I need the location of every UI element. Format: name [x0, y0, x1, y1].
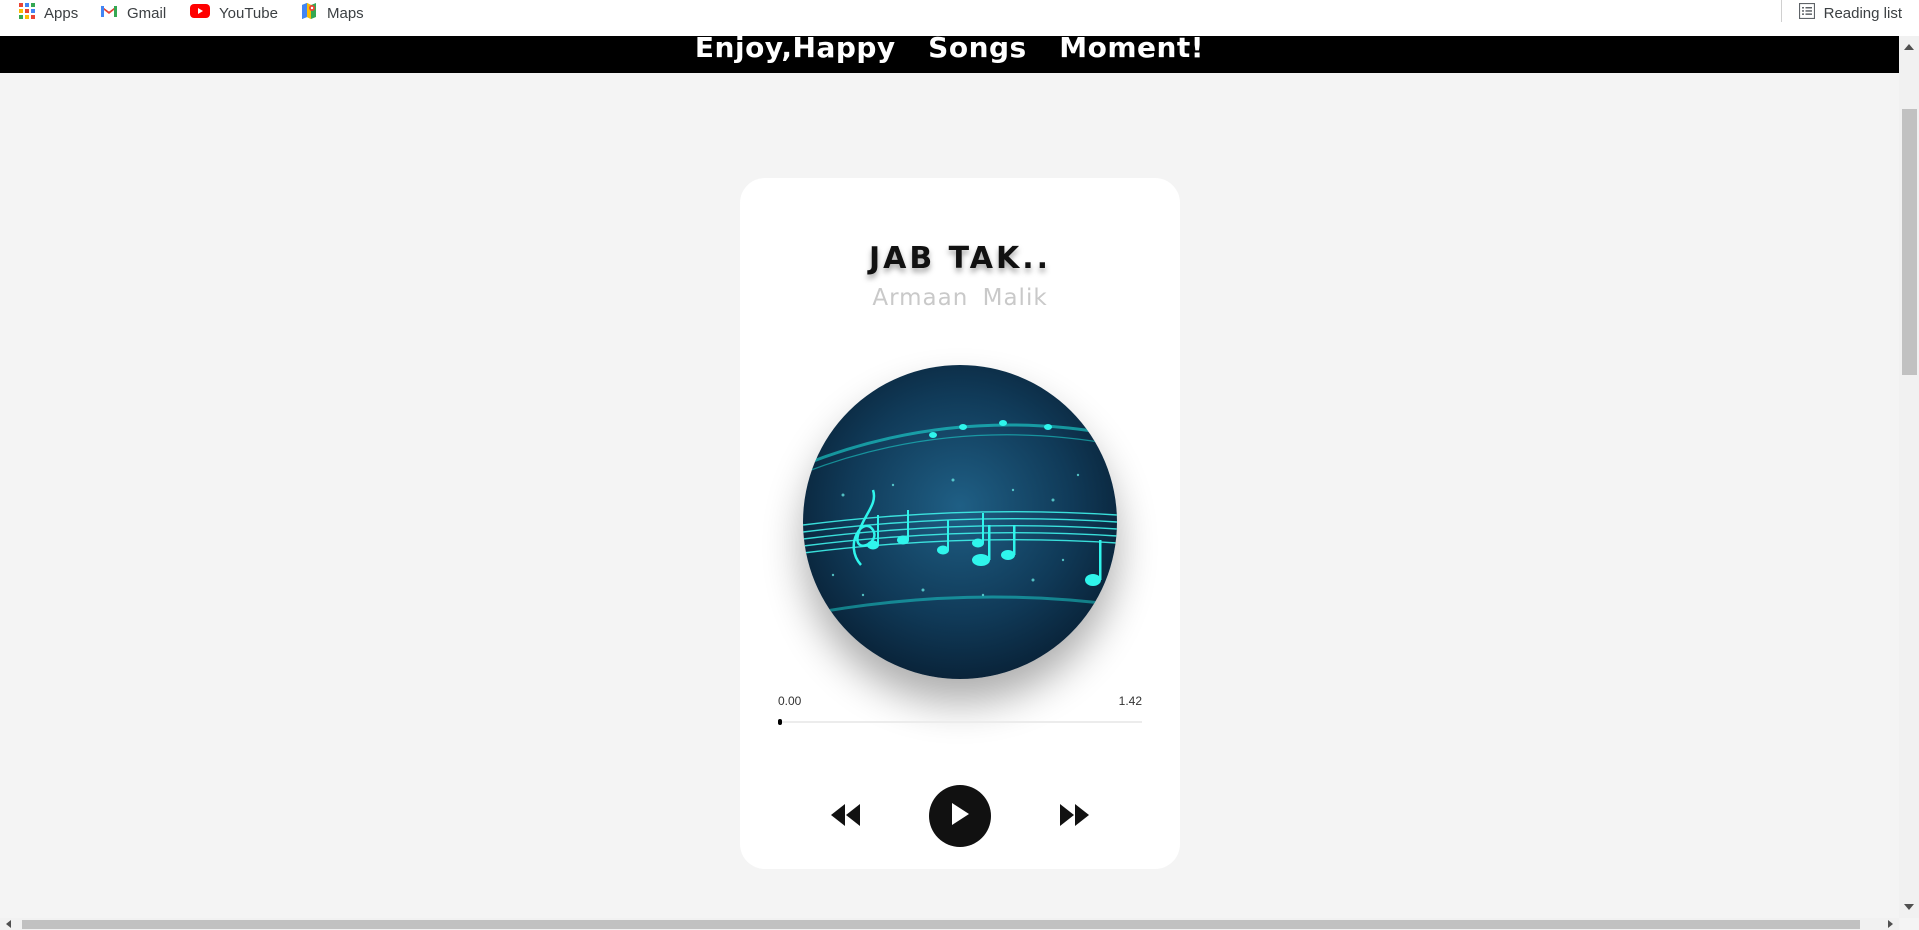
bookmark-youtube[interactable]: YouTube [190, 0, 278, 26]
current-time: 0.00 [778, 694, 802, 708]
bookmark-label: Maps [327, 4, 364, 22]
bookmark-label: Gmail [127, 4, 167, 22]
artist-name: Armaan Malik [872, 285, 1048, 311]
horizontal-scrollbar-thumb[interactable] [22, 920, 1860, 929]
play-icon [950, 802, 970, 830]
play-button[interactable] [929, 785, 991, 847]
gmail-icon [100, 4, 118, 22]
scroll-right-arrow-icon[interactable] [1888, 920, 1893, 928]
page-title: Enjoy,Happy Songs Moment! [694, 31, 1205, 64]
scroll-up-arrow-icon[interactable] [1904, 44, 1914, 50]
bookmarks-divider [1781, 0, 1782, 22]
music-notes-artwork-image [803, 365, 1117, 679]
duration-time: 1.42 [1118, 694, 1142, 708]
horizontal-scrollbar[interactable] [0, 918, 1899, 930]
next-button[interactable] [1058, 801, 1090, 833]
bookmark-apps[interactable]: Apps [19, 0, 78, 26]
vertical-scrollbar[interactable] [1899, 36, 1919, 918]
bookmark-maps[interactable]: Maps [300, 0, 364, 26]
youtube-icon [190, 4, 210, 22]
previous-button[interactable] [830, 801, 862, 833]
reading-list-label: Reading list [1823, 4, 1902, 22]
apps-grid-icon [19, 3, 35, 23]
maps-icon [300, 2, 318, 24]
backward-icon [831, 803, 861, 831]
forward-icon [1059, 803, 1089, 831]
song-title: JAB TAK.. [868, 241, 1052, 276]
reading-list-icon [1798, 2, 1815, 23]
album-artwork [803, 365, 1117, 679]
bookmark-label: YouTube [219, 4, 278, 22]
bookmark-gmail[interactable]: Gmail [100, 0, 166, 26]
progress-bar[interactable] [778, 719, 1142, 725]
scroll-left-arrow-icon[interactable] [6, 920, 11, 928]
reading-list-button[interactable]: Reading list [1798, 0, 1902, 26]
progress-fill [778, 719, 782, 725]
music-player-card: JAB TAK.. Armaan Malik 0.00 1.42 [740, 178, 1180, 869]
scroll-down-arrow-icon[interactable] [1904, 904, 1914, 910]
scrollbar-thumb[interactable] [1902, 109, 1917, 375]
page-header-banner: Enjoy,Happy Songs Moment! [0, 34, 1899, 73]
bookmark-label: Apps [44, 4, 79, 22]
